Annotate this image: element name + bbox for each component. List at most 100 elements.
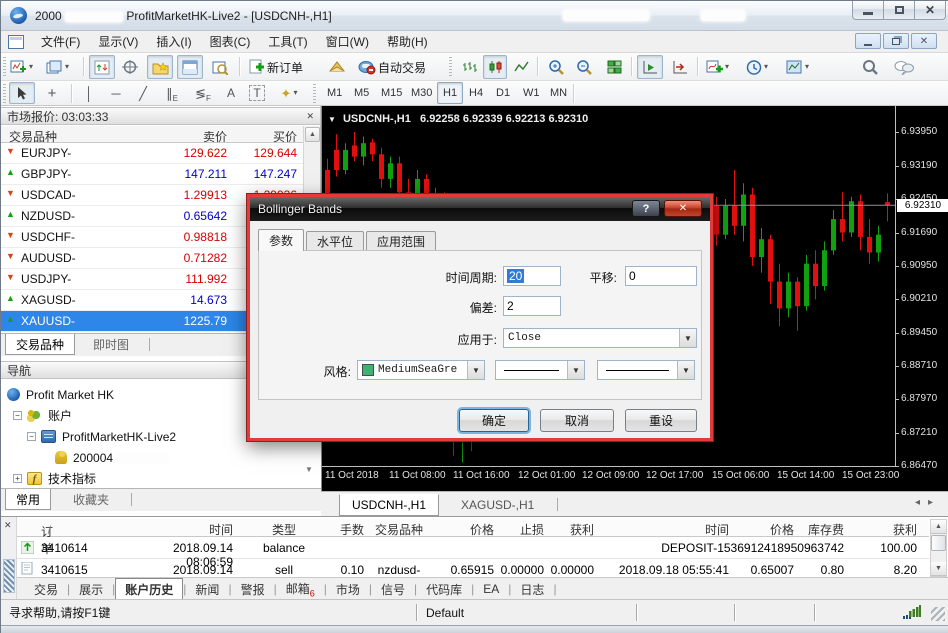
- close-icon[interactable]: ✕: [4, 520, 12, 531]
- timeframe-d1-button[interactable]: D1: [490, 82, 516, 104]
- timeframe-m1-button[interactable]: M1: [321, 82, 348, 104]
- mdi-close-button[interactable]: ✕: [911, 33, 937, 49]
- deviation-value[interactable]: [507, 299, 557, 313]
- collapse-icon[interactable]: −: [27, 432, 36, 441]
- tab-news[interactable]: 新闻: [186, 579, 228, 600]
- tab-levels[interactable]: 水平位: [306, 231, 364, 251]
- arrows-tool-button[interactable]: ✦ ▾: [272, 82, 306, 104]
- restore-button[interactable]: [883, 1, 915, 20]
- horizontal-line-button[interactable]: ─: [104, 82, 128, 104]
- timeframe-m30-button[interactable]: M30: [405, 82, 438, 104]
- shift-input[interactable]: [625, 266, 697, 286]
- zoom-in-button[interactable]: [543, 55, 569, 79]
- apply-to-select[interactable]: Close ▼: [503, 328, 697, 348]
- tab-favorites[interactable]: 收藏夹: [63, 489, 119, 510]
- scroll-down-icon[interactable]: ▼: [305, 465, 313, 474]
- scroll-right-icon[interactable]: ▸: [928, 497, 941, 508]
- tab-journal[interactable]: 日志: [511, 579, 553, 600]
- ok-button[interactable]: 确定: [459, 409, 529, 432]
- tab-tick-chart[interactable]: 即时图: [83, 334, 139, 355]
- cancel-button[interactable]: 取消: [540, 409, 614, 432]
- tab-trade[interactable]: 交易: [25, 579, 67, 600]
- resize-grip[interactable]: [931, 607, 945, 621]
- tab-account-history[interactable]: 账户历史: [115, 578, 183, 601]
- timeframe-h1-button[interactable]: H1: [437, 82, 463, 104]
- col-profit[interactable]: 获利: [844, 521, 917, 538]
- deviation-input[interactable]: [503, 296, 561, 316]
- tab-parameters[interactable]: 参数: [258, 229, 304, 251]
- tile-windows-button[interactable]: [601, 55, 627, 79]
- auto-scroll-button[interactable]: [637, 55, 663, 79]
- cursor-button[interactable]: [9, 82, 35, 104]
- timeframe-w1-button[interactable]: W1: [517, 82, 546, 104]
- col-price[interactable]: 价格: [434, 521, 494, 538]
- menu-file[interactable]: 文件(F): [32, 30, 89, 53]
- toolbar-grip[interactable]: [3, 57, 6, 76]
- col-lots[interactable]: 手数: [319, 521, 364, 538]
- dropdown-button[interactable]: ▼: [467, 361, 484, 379]
- line-style-select[interactable]: ▼: [495, 360, 585, 380]
- tab-visualization[interactable]: 应用范围: [366, 231, 436, 251]
- tab-alerts[interactable]: 警报: [232, 579, 274, 600]
- tree-item-indicators[interactable]: + f 技术指标: [13, 468, 313, 489]
- strategy-tester-button[interactable]: [207, 55, 233, 79]
- status-profile[interactable]: Default: [418, 606, 636, 620]
- panel-drag-handle-icon[interactable]: [3, 559, 15, 593]
- menu-charts[interactable]: 图表(C): [201, 30, 260, 53]
- order-row[interactable]: 3410614 2018.09.14 08:06:59 balance DEPO…: [17, 537, 929, 559]
- indicators-button[interactable]: ▾: [703, 55, 732, 79]
- navigator-toggle-button[interactable]: [147, 55, 173, 79]
- tab-scroll-arrows[interactable]: ◂▸: [915, 497, 941, 508]
- col-tp[interactable]: 获利: [544, 521, 594, 538]
- scroll-left-icon[interactable]: ◂: [915, 497, 928, 508]
- fibonacci-button[interactable]: ≶ F: [189, 82, 217, 104]
- tab-signals[interactable]: 信号: [372, 579, 414, 600]
- col-swap[interactable]: 库存费: [794, 521, 844, 538]
- tab-exposure[interactable]: 展示: [70, 579, 112, 600]
- reset-button[interactable]: 重设: [625, 409, 697, 432]
- terminal-toggle-button[interactable]: [177, 55, 203, 79]
- order-row[interactable]: 3410615 2018.09.14 08:08:04 sell 0.10 nz…: [17, 559, 929, 576]
- timeframe-m5-button[interactable]: M5: [348, 82, 375, 104]
- col-close-time[interactable]: 时间: [594, 521, 729, 538]
- channel-button[interactable]: ∥ E: [158, 82, 186, 104]
- market-watch-toggle-button[interactable]: [89, 55, 115, 79]
- close-icon[interactable]: ✕: [306, 111, 314, 122]
- crosshair-tool-button[interactable]: +: [39, 82, 65, 104]
- scroll-up-icon[interactable]: ▲: [305, 127, 320, 142]
- profiles-button[interactable]: ▾: [43, 55, 72, 79]
- tab-market[interactable]: 市场: [327, 579, 369, 600]
- timeframe-h4-button[interactable]: H4: [463, 82, 489, 104]
- collapse-icon[interactable]: −: [13, 411, 22, 420]
- col-symbol[interactable]: 交易品种: [364, 521, 434, 538]
- text-label-button[interactable]: T: [245, 82, 269, 104]
- zoom-out-button[interactable]: [571, 55, 597, 79]
- col-order[interactable]: 订单 /: [41, 521, 48, 535]
- menu-tools[interactable]: 工具(T): [259, 30, 316, 53]
- metaeditor-button[interactable]: [323, 55, 351, 79]
- shift-value[interactable]: [629, 269, 693, 283]
- col-time[interactable]: 时间: [133, 521, 233, 538]
- candlestick-button[interactable]: [483, 55, 507, 79]
- search-button[interactable]: [857, 55, 883, 79]
- chart-tab-xagusd[interactable]: XAGUSD-,H1: [449, 494, 546, 516]
- text-tool-button[interactable]: A: [220, 82, 242, 104]
- style-color-select[interactable]: MediumSeaGre ▼: [357, 360, 485, 380]
- bar-chart-button[interactable]: [457, 55, 481, 79]
- tab-mailbox[interactable]: 邮箱6: [277, 578, 324, 600]
- line-width-select[interactable]: ▼: [597, 360, 695, 380]
- menu-insert[interactable]: 插入(I): [147, 30, 200, 53]
- dialog-help-button[interactable]: ?: [632, 200, 660, 217]
- tab-common[interactable]: 常用: [5, 489, 51, 510]
- periods-button[interactable]: ▾: [743, 55, 771, 79]
- tab-code-base[interactable]: 代码库: [417, 579, 471, 600]
- toolbar-grip[interactable]: [313, 84, 316, 103]
- period-input[interactable]: 20: [503, 266, 561, 286]
- templates-button[interactable]: ▾: [783, 55, 812, 79]
- scrollbar-thumb[interactable]: [931, 535, 946, 551]
- chart-shift-button[interactable]: [667, 55, 693, 79]
- line-chart-button[interactable]: [509, 55, 533, 79]
- timeframe-m15-button[interactable]: M15: [375, 82, 408, 104]
- close-button[interactable]: ✕: [914, 1, 946, 20]
- chart-tab-usdcnh[interactable]: USDCNH-,H1: [339, 494, 439, 516]
